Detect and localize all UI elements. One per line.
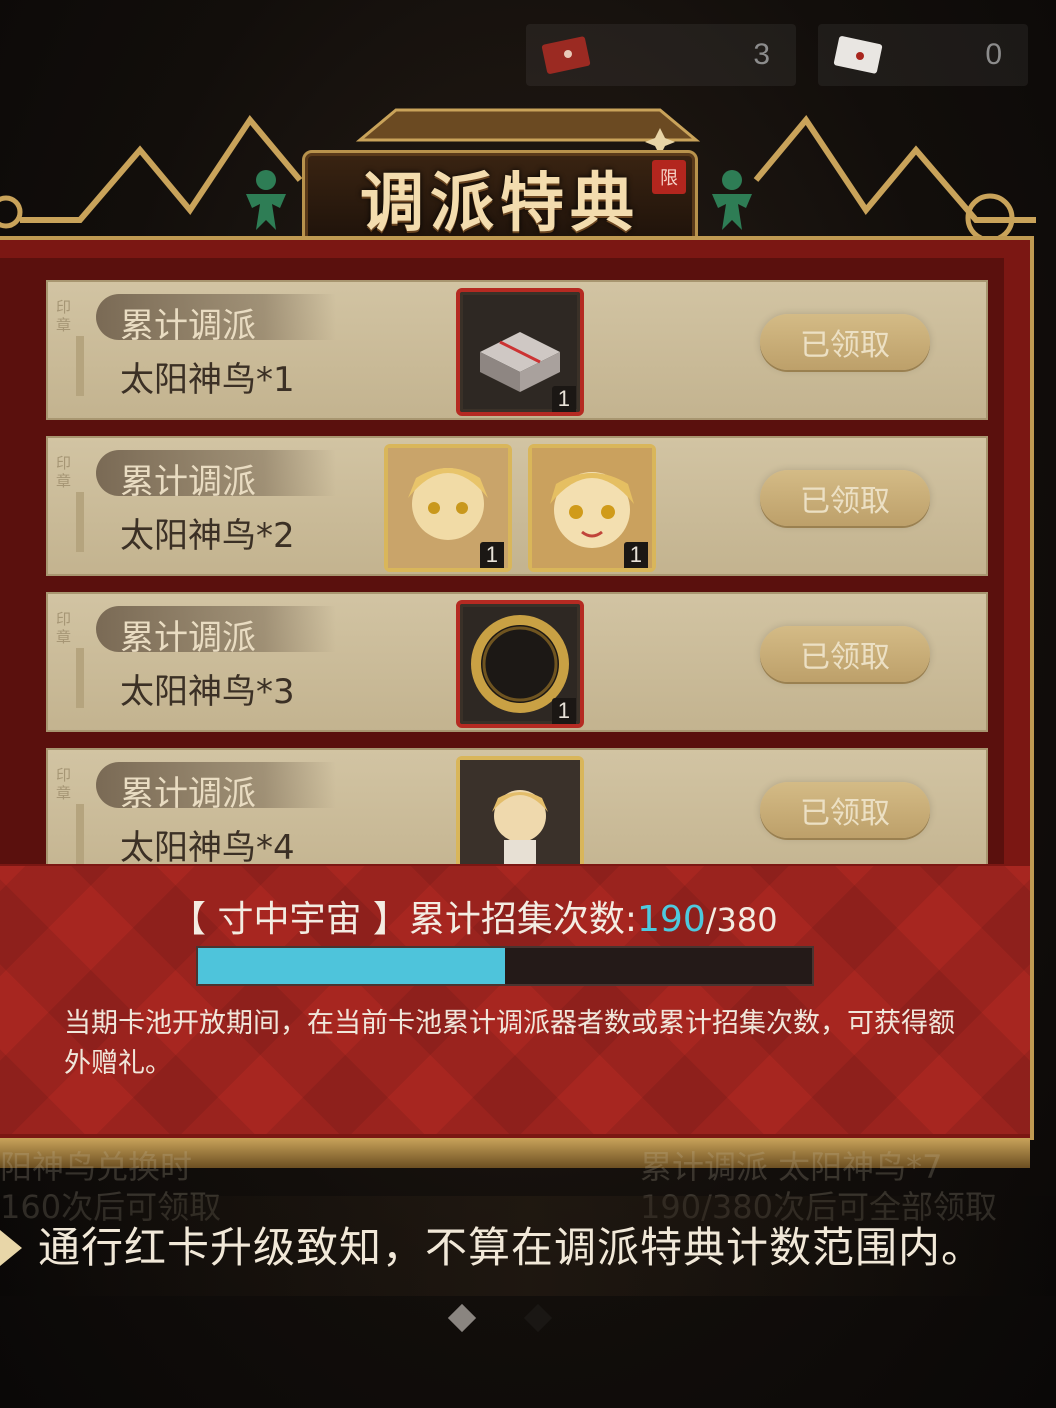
- row-tag-label: 累计调派: [120, 462, 256, 502]
- reward-row: 印章 累计调派 太阳神鸟*3 1 已领取: [46, 592, 988, 732]
- red-envelope-icon: [541, 36, 591, 74]
- reward-item[interactable]: [456, 756, 584, 864]
- row-stamp: 印章: [56, 766, 72, 802]
- page-title: 调派特典: [360, 166, 640, 241]
- row-tag-label: 累计调派: [120, 306, 256, 346]
- reward-item[interactable]: 1: [528, 444, 656, 572]
- row-requirement: 太阳神鸟*2: [120, 516, 295, 556]
- item-count: 1: [479, 542, 504, 568]
- progress-label: 【 寸中宇宙 】累计招集次数:190/380: [170, 890, 778, 942]
- page-title-plate: 调派特典: [302, 150, 698, 246]
- currency-slot-white-envelope[interactable]: 0: [818, 24, 1028, 86]
- page-indicator-diamond[interactable]: [523, 1303, 553, 1333]
- chibi-figure-icon: [460, 760, 580, 864]
- currency-count: 0: [985, 38, 1002, 71]
- notice-arrow-icon: [0, 1230, 22, 1266]
- progress-bar: [196, 946, 814, 986]
- progress-title: 【 寸中宇宙 】累计招集次数:: [170, 899, 638, 940]
- currency-count: 3: [753, 38, 770, 71]
- reward-item[interactable]: 1: [456, 288, 584, 416]
- row-requirement: 太阳神鸟*3: [120, 672, 295, 712]
- white-envelope-icon: [833, 36, 883, 74]
- row-stamp: 印章: [56, 454, 72, 490]
- row-accent: [76, 804, 84, 864]
- jade-figure-icon: [246, 170, 286, 230]
- row-tag-label: 累计调派: [120, 774, 256, 814]
- row-tag: 累计调派: [96, 606, 336, 658]
- reward-row: 印章 累计调派 太阳神鸟*1 1 已领取: [46, 280, 988, 420]
- row-tag: 累计调派: [96, 450, 336, 502]
- row-stamp: 印章: [56, 610, 72, 646]
- reward-list[interactable]: 印章 累计调派 太阳神鸟*1 1 已领取 印章 累计调派 太阳神鸟*2 1 1 …: [0, 258, 1004, 864]
- item-count: 1: [551, 386, 576, 412]
- row-tag: 累计调派: [96, 762, 336, 814]
- claimed-button[interactable]: 已领取: [760, 782, 930, 838]
- claimed-button[interactable]: 已领取: [760, 314, 930, 370]
- row-requirement: 太阳神鸟*4: [120, 828, 295, 864]
- reward-item[interactable]: 1: [456, 600, 584, 728]
- seal-stamp: 限: [652, 160, 686, 194]
- progress-total: 380: [716, 901, 778, 939]
- row-accent: [76, 336, 84, 396]
- jade-figure-icon: [712, 170, 752, 230]
- page-indicator-diamond[interactable]: [447, 1303, 477, 1333]
- row-tag: 累计调派: [96, 294, 336, 346]
- reward-row: 印章 累计调派 太阳神鸟*4 已领取: [46, 748, 988, 864]
- row-stamp: 印章: [56, 298, 72, 334]
- reward-item[interactable]: 1: [384, 444, 512, 572]
- row-accent: [76, 492, 84, 552]
- claimed-button[interactable]: 已领取: [760, 626, 930, 682]
- progress-bar-fill: [198, 948, 505, 984]
- row-tag-label: 累计调派: [120, 618, 256, 658]
- claimed-button[interactable]: 已领取: [760, 470, 930, 526]
- description-text: 当期卡池开放期间，在当前卡池累计调派器者数或累计招集次数，可获得额外赠礼。: [64, 1008, 955, 1079]
- currency-slot-red-envelope[interactable]: 3: [526, 24, 796, 86]
- reward-row: 印章 累计调派 太阳神鸟*2 1 1 已领取: [46, 436, 988, 576]
- row-accent: [76, 648, 84, 708]
- progress-separator: /: [705, 901, 717, 939]
- row-requirement: 太阳神鸟*1: [120, 360, 295, 400]
- item-count: 1: [623, 542, 648, 568]
- item-count: 1: [551, 698, 576, 724]
- notice-text: 通行红卡升级致知，不算在调派特典计数范围内。: [38, 1223, 985, 1272]
- progress-current: 190: [637, 899, 706, 940]
